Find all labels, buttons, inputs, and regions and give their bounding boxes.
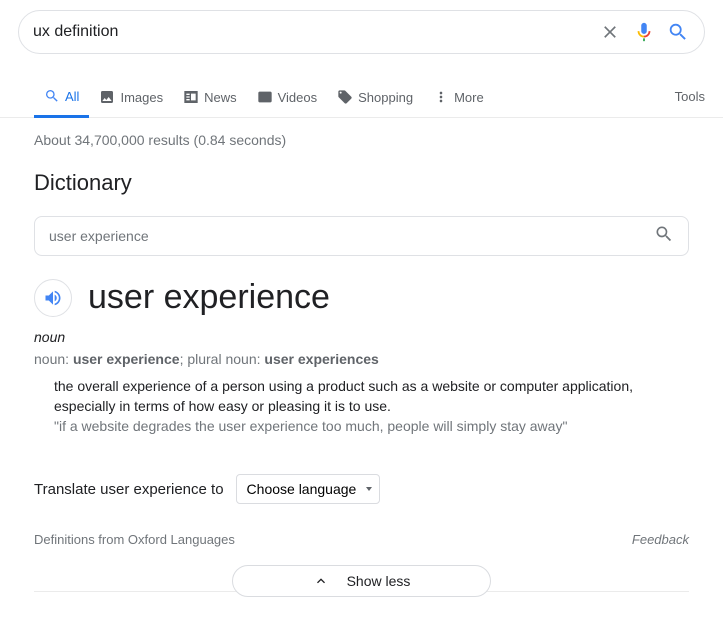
tab-images[interactable]: Images — [89, 77, 173, 116]
source-row: Definitions from Oxford Languages Feedba… — [34, 532, 689, 547]
tab-videos[interactable]: Videos — [247, 77, 328, 116]
word-forms: noun: user experience; plural noun: user… — [34, 351, 689, 367]
clear-icon[interactable] — [598, 20, 622, 44]
dictionary-search-input[interactable] — [49, 228, 654, 244]
tab-label: All — [65, 89, 79, 104]
show-less-row: Show less — [34, 565, 689, 617]
tab-label: More — [454, 90, 484, 105]
search-bar — [18, 10, 705, 54]
definition-body: the overall experience of a person using… — [54, 377, 689, 434]
tab-label: Shopping — [358, 90, 413, 105]
search-icon[interactable] — [666, 20, 690, 44]
tools-link[interactable]: Tools — [675, 77, 705, 116]
tab-label: Images — [120, 90, 163, 105]
word-row: user experience — [34, 278, 689, 317]
part-of-speech: noun — [34, 329, 689, 345]
tab-all[interactable]: All — [34, 76, 89, 118]
dictionary-title: Dictionary — [34, 170, 689, 196]
translate-row: Translate user experience to Choose lang… — [34, 474, 689, 504]
language-select[interactable]: Choose language — [236, 474, 380, 504]
example-text: "if a website degrades the user experien… — [54, 418, 689, 434]
feedback-link[interactable]: Feedback — [632, 532, 689, 547]
tab-news[interactable]: News — [173, 77, 247, 116]
search-input[interactable] — [33, 23, 588, 41]
tabs-row: All Images News Videos Shopping More Too… — [0, 76, 723, 118]
tab-more[interactable]: More — [423, 77, 494, 116]
dictionary-block: Dictionary user experience noun noun: us… — [0, 148, 723, 617]
definition-text: the overall experience of a person using… — [54, 377, 689, 416]
result-stats: About 34,700,000 results (0.84 seconds) — [0, 118, 723, 148]
headword: user experience — [88, 278, 330, 317]
tab-label: Videos — [278, 90, 318, 105]
search-icon[interactable] — [654, 224, 674, 249]
show-less-label: Show less — [347, 573, 411, 589]
show-less-button[interactable]: Show less — [232, 565, 492, 597]
definitions-source: Definitions from Oxford Languages — [34, 532, 235, 547]
dictionary-search — [34, 216, 689, 256]
voice-search-icon[interactable] — [632, 20, 656, 44]
pronounce-button[interactable] — [34, 279, 72, 317]
translate-label: Translate user experience to — [34, 481, 224, 498]
chevron-up-icon — [313, 573, 329, 589]
tab-shopping[interactable]: Shopping — [327, 77, 423, 116]
tab-label: News — [204, 90, 237, 105]
